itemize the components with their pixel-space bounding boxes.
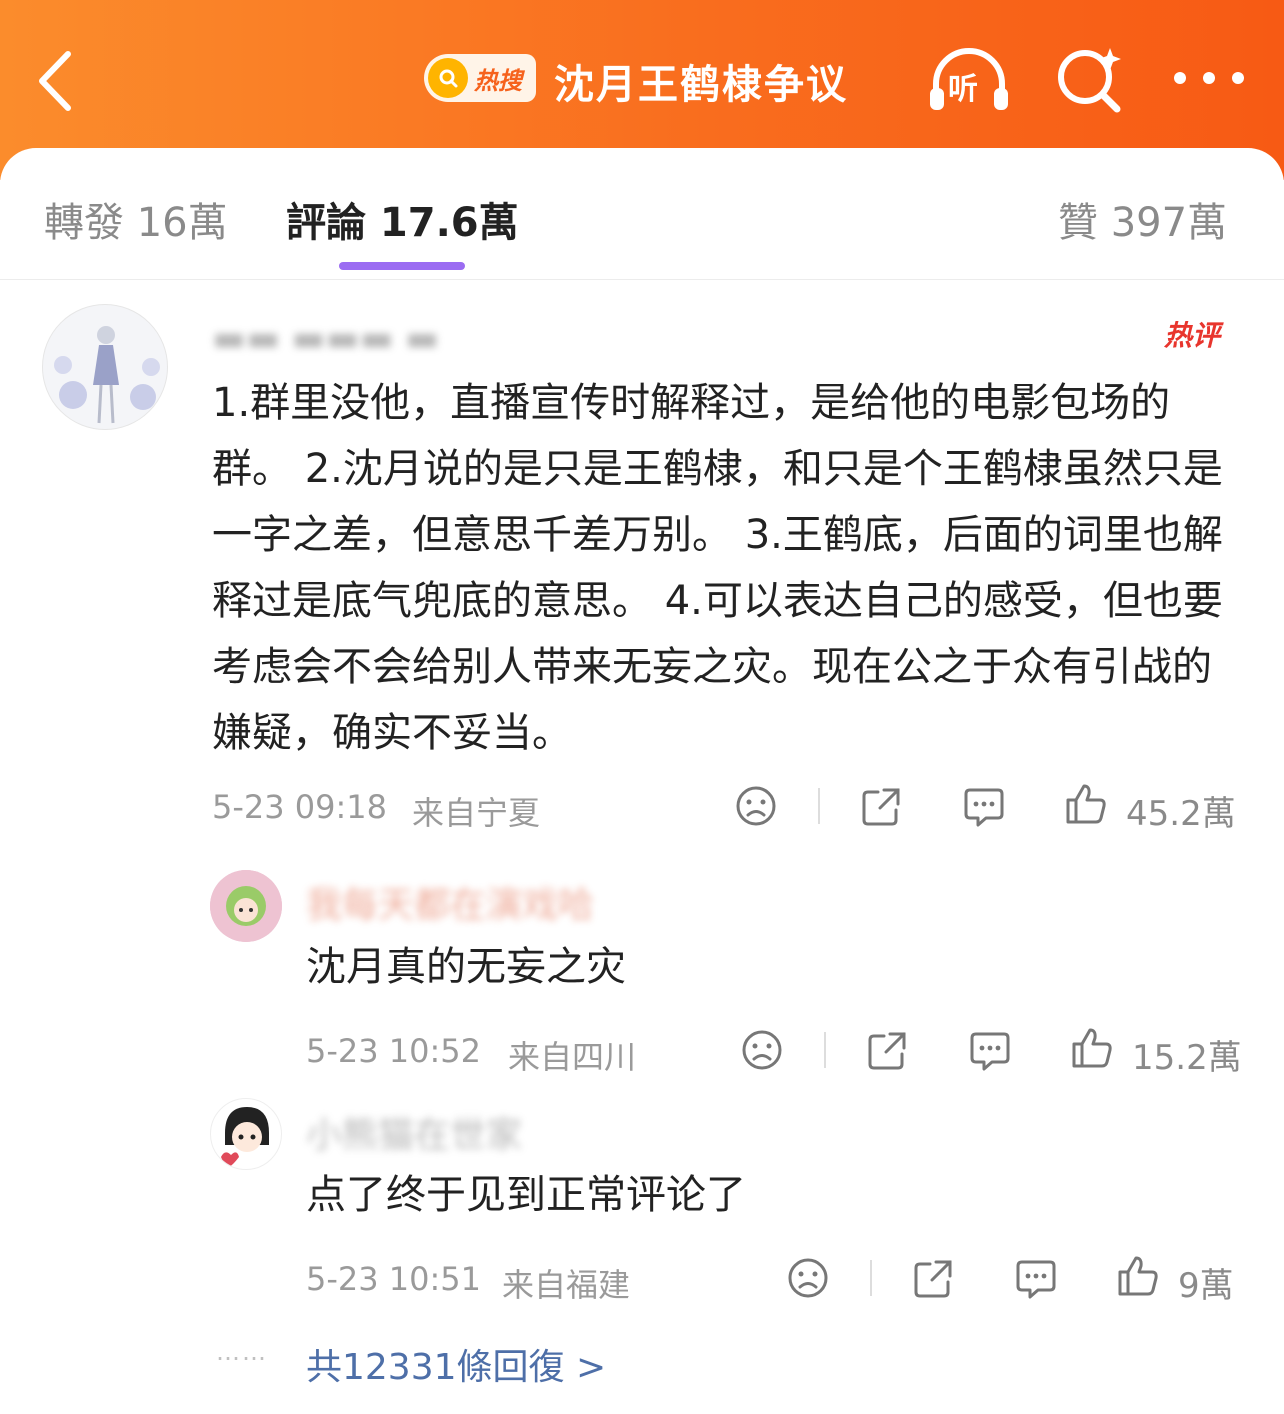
reply-text: 点了终于见到正常评论了	[306, 1172, 746, 1218]
hot-search-badge[interactable]: 热搜	[424, 54, 536, 102]
thumbs-up-icon	[1066, 784, 1106, 824]
reply-text: 沈月真的无妄之灾	[306, 944, 626, 990]
listen-label: 听	[948, 72, 978, 107]
tab-bar: 轉發 16萬 評論 17.6萬 贊 397萬	[0, 148, 1284, 280]
comments-card: 轉發 16萬 評論 17.6萬 贊 397萬 ▬▬ ▬▬▬ ▬ 热评 1.群里没…	[0, 148, 1284, 1414]
dislike-button[interactable]	[786, 1256, 830, 1304]
page-title: 沈月王鹤棣争议	[554, 62, 848, 108]
more-button[interactable]	[1172, 60, 1246, 96]
frown-icon	[742, 1030, 782, 1070]
avatar[interactable]	[210, 870, 282, 942]
divider	[818, 788, 820, 824]
comment-icon	[1016, 1260, 1056, 1299]
reply-location: 来自四川	[508, 1038, 637, 1076]
more-dots-icon	[1174, 72, 1244, 84]
thumbs-up-icon	[1118, 1256, 1158, 1296]
share-icon	[914, 1260, 952, 1298]
avatar-image	[54, 326, 160, 424]
share-icon	[868, 1032, 906, 1070]
hot-search-label: 热搜	[474, 66, 522, 95]
back-button[interactable]	[30, 46, 90, 116]
tab-comments[interactable]: 評論 17.6萬	[286, 190, 519, 248]
comment-location: 来自宁夏	[412, 794, 541, 832]
avatar[interactable]	[42, 304, 168, 430]
chevron-left-icon	[39, 51, 71, 111]
reply-username[interactable]: 小熊猫在世家	[306, 1106, 522, 1158]
like-button[interactable]	[1116, 1254, 1160, 1302]
search-button[interactable]	[1054, 44, 1124, 114]
avatar[interactable]	[210, 1098, 282, 1170]
dislike-button[interactable]	[734, 784, 778, 832]
frown-icon	[736, 786, 776, 826]
like-count: 45.2萬	[1126, 794, 1236, 834]
search-icon	[428, 58, 468, 98]
reply-button[interactable]	[968, 1028, 1012, 1076]
reply-username[interactable]: 我每天都在演戏哈	[306, 876, 594, 928]
share-icon	[862, 788, 900, 826]
username-redacted[interactable]: ▬▬ ▬▬▬ ▬	[212, 318, 439, 359]
dislike-button[interactable]	[740, 1028, 784, 1076]
like-button[interactable]	[1070, 1026, 1114, 1074]
like-count: 15.2萬	[1132, 1038, 1242, 1078]
comment-icon	[970, 1032, 1010, 1071]
comment-time: 5-23 09:18	[212, 788, 388, 826]
hot-comment-tag: 热评	[1164, 319, 1221, 352]
sparkle-search-icon	[1058, 48, 1121, 113]
like-count: 9萬	[1178, 1266, 1234, 1306]
divider	[824, 1032, 826, 1068]
comment-icon	[964, 788, 1004, 827]
like-button[interactable]	[1064, 782, 1108, 830]
divider	[870, 1260, 872, 1296]
listen-button[interactable]: 听	[926, 44, 1012, 116]
share-button[interactable]	[860, 784, 904, 832]
reply-time: 5-23 10:51	[306, 1260, 482, 1298]
reply-time: 5-23 10:52	[306, 1032, 482, 1070]
view-all-replies-link[interactable]: 共12331條回復 >	[306, 1338, 606, 1390]
share-button[interactable]	[866, 1028, 910, 1076]
reply-location: 来自福建	[502, 1266, 631, 1304]
tab-active-indicator	[339, 262, 465, 270]
reply-button[interactable]	[1014, 1256, 1058, 1304]
more-dots: ……	[216, 1338, 268, 1366]
frown-icon	[788, 1258, 828, 1298]
reply-button[interactable]	[962, 784, 1006, 832]
share-button[interactable]	[912, 1256, 956, 1304]
thumbs-up-icon	[1072, 1028, 1112, 1068]
avatar-image	[210, 870, 282, 942]
tab-reposts[interactable]: 轉發 16萬	[44, 190, 228, 248]
tab-likes[interactable]: 贊 397萬	[1058, 190, 1227, 248]
avatar-image	[221, 1107, 269, 1167]
comment-text: 1.群里没他，直播宣传时解释过，是给他的电影包场的群。 2.沈月说的是只是王鹤棣…	[212, 380, 1223, 756]
